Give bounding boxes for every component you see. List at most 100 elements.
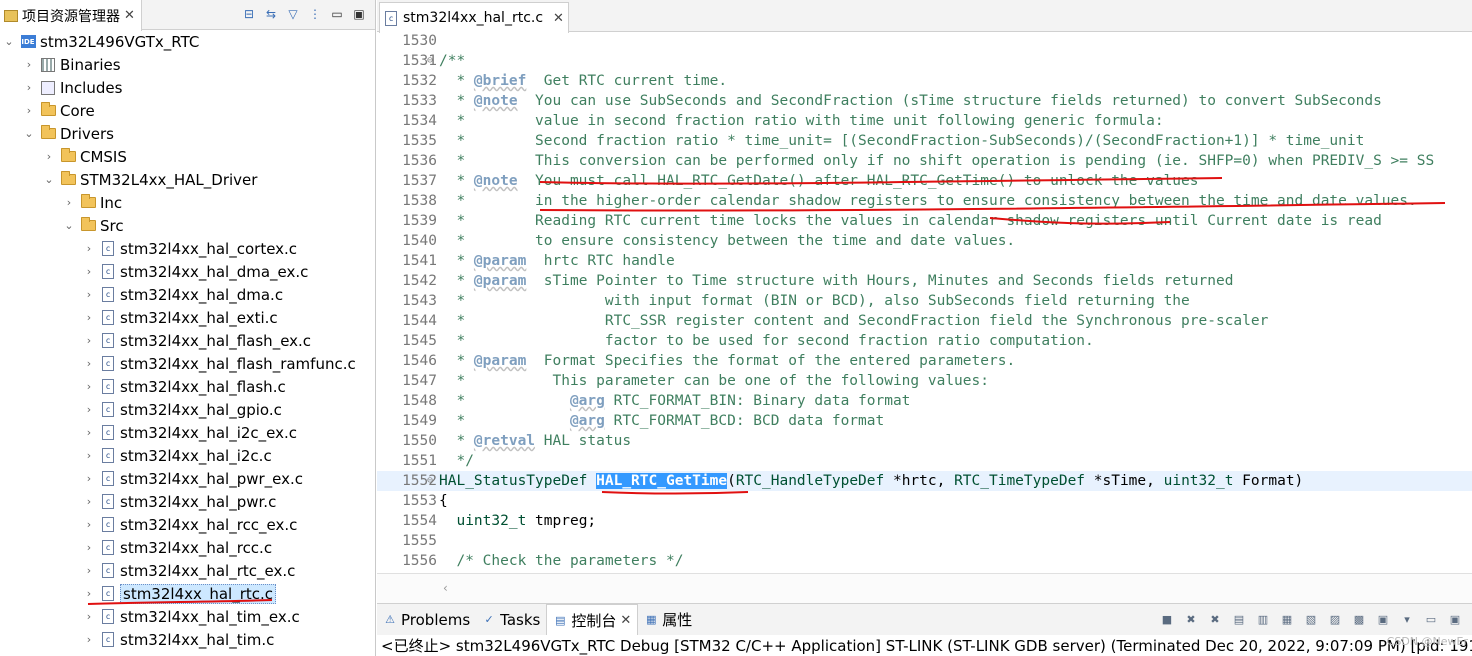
- minimize-icon[interactable]: ▭: [1422, 610, 1440, 628]
- tree-item[interactable]: › c stm32l4xx_hal_flash_ex.c: [0, 329, 375, 352]
- tree-item[interactable]: › Inc: [0, 191, 375, 214]
- console-tab[interactable]: ⚠ Problems: [377, 604, 476, 635]
- tree-item[interactable]: › c stm32l4xx_hal_flash_ramfunc.c: [0, 352, 375, 375]
- view-menu-icon[interactable]: ⋮: [307, 6, 323, 22]
- chevron-right-icon[interactable]: ›: [82, 472, 96, 485]
- remove-all-icon[interactable]: ✖: [1206, 610, 1224, 628]
- collapse-all-icon[interactable]: ⊟: [241, 6, 257, 22]
- tree-item[interactable]: ⌄ STM32L4xx_HAL_Driver: [0, 168, 375, 191]
- chevron-down-icon[interactable]: ⌄: [62, 219, 76, 232]
- chevron-right-icon[interactable]: ›: [22, 81, 36, 94]
- show-stderr-icon[interactable]: ▨: [1326, 610, 1344, 628]
- tree-item[interactable]: › c stm32l4xx_hal_rtc.c: [0, 582, 375, 605]
- tree-item[interactable]: › c stm32l4xx_hal_cortex.c: [0, 237, 375, 260]
- tree-item[interactable]: › c stm32l4xx_hal_rtc_ex.c: [0, 559, 375, 582]
- chevron-right-icon[interactable]: ›: [82, 334, 96, 347]
- terminate-icon[interactable]: ■: [1158, 610, 1176, 628]
- open-console-icon[interactable]: ▾: [1398, 610, 1416, 628]
- tree-item[interactable]: › CMSIS: [0, 145, 375, 168]
- chevron-right-icon[interactable]: ›: [82, 610, 96, 623]
- tree-item[interactable]: › c stm32l4xx_hal_i2c.c: [0, 444, 375, 467]
- remove-launch-icon[interactable]: ✖: [1182, 610, 1200, 628]
- clear-console-icon[interactable]: ▤: [1230, 610, 1248, 628]
- code-line[interactable]: 1530: [377, 32, 1472, 51]
- chevron-right-icon[interactable]: ›: [82, 403, 96, 416]
- console-tab[interactable]: ▤ 控制台 ✕: [546, 604, 639, 635]
- scroll-left-icon[interactable]: ‹: [443, 581, 448, 595]
- chevron-down-icon[interactable]: ⌄: [22, 127, 36, 140]
- tree-item[interactable]: › Binaries: [0, 53, 375, 76]
- code-line[interactable]: 1543 * with input format (BIN or BCD), a…: [377, 291, 1472, 311]
- horizontal-scrollbar[interactable]: ‹: [377, 573, 1472, 603]
- tree-item[interactable]: ⌄ Drivers: [0, 122, 375, 145]
- chevron-right-icon[interactable]: ›: [82, 242, 96, 255]
- tree-item[interactable]: › c stm32l4xx_hal_exti.c: [0, 306, 375, 329]
- code-line[interactable]: 1538 * in the higher-order calendar shad…: [377, 191, 1472, 211]
- tree-item[interactable]: › Core: [0, 99, 375, 122]
- tree-item[interactable]: › c stm32l4xx_hal_tim_ex.c: [0, 605, 375, 628]
- fold-toggle-icon[interactable]: ⊖: [427, 471, 437, 491]
- maximize-icon[interactable]: ▣: [1446, 610, 1464, 628]
- tree-item[interactable]: › c stm32l4xx_hal_tim.c: [0, 628, 375, 651]
- display-console-icon[interactable]: ▣: [1374, 610, 1392, 628]
- code-area[interactable]: 1530 1531 ⊖/** 1532 * @brief Get RTC curren…: [377, 32, 1472, 573]
- code-line[interactable]: 1546 * @param Format Specifies the forma…: [377, 351, 1472, 371]
- tree-item[interactable]: › c stm32l4xx_hal_dma.c: [0, 283, 375, 306]
- code-line[interactable]: 1545 * factor to be used for second frac…: [377, 331, 1472, 351]
- chevron-right-icon[interactable]: ›: [82, 288, 96, 301]
- chevron-right-icon[interactable]: ›: [82, 541, 96, 554]
- code-line[interactable]: 1553{: [377, 491, 1472, 511]
- close-icon[interactable]: ✕: [553, 11, 564, 26]
- tree-item[interactable]: ⌄ Src: [0, 214, 375, 237]
- code-line[interactable]: 1550 * @retval HAL status: [377, 431, 1472, 451]
- explorer-tab[interactable]: 项目资源管理器 ✕: [0, 0, 142, 31]
- chevron-right-icon[interactable]: ›: [22, 58, 36, 71]
- code-line[interactable]: 1537 * @note You must call HAL_RTC_GetDa…: [377, 171, 1472, 191]
- tree-item[interactable]: › c stm32l4xx_hal_rcc_ex.c: [0, 513, 375, 536]
- chevron-right-icon[interactable]: ›: [82, 518, 96, 531]
- code-line[interactable]: 1554 uint32_t tmpreg;: [377, 511, 1472, 531]
- code-line[interactable]: 1534 * value in second fraction ratio wi…: [377, 111, 1472, 131]
- tree-item[interactable]: ⌄ IDE stm32L496VGTx_RTC: [0, 30, 375, 53]
- chevron-down-icon[interactable]: ⌄: [42, 173, 56, 186]
- code-line[interactable]: 1549 * @arg RTC_FORMAT_BCD: BCD data for…: [377, 411, 1472, 431]
- chevron-right-icon[interactable]: ›: [82, 564, 96, 577]
- word-wrap-icon[interactable]: ▦: [1278, 610, 1296, 628]
- code-line[interactable]: 1547 * This parameter can be one of the …: [377, 371, 1472, 391]
- chevron-right-icon[interactable]: ›: [82, 587, 96, 600]
- code-line[interactable]: 1539 * Reading RTC current time locks th…: [377, 211, 1472, 231]
- minimize-icon[interactable]: ▭: [329, 6, 345, 22]
- chevron-right-icon[interactable]: ›: [82, 357, 96, 370]
- code-line[interactable]: 1552 ⊖ HAL_StatusTypeDef HAL_RTC_GetTime(R…: [377, 471, 1472, 491]
- close-icon[interactable]: ✕: [124, 8, 135, 23]
- tree-item[interactable]: › c stm32l4xx_hal_pwr.c: [0, 490, 375, 513]
- editor-tab[interactable]: c stm32l4xx_hal_rtc.c ✕: [379, 2, 569, 33]
- chevron-right-icon[interactable]: ›: [22, 104, 36, 117]
- pin-console-icon[interactable]: ▩: [1350, 610, 1368, 628]
- tree-item[interactable]: › c stm32l4xx_hal_flash.c: [0, 375, 375, 398]
- chevron-right-icon[interactable]: ›: [62, 196, 76, 209]
- chevron-right-icon[interactable]: ›: [42, 150, 56, 163]
- tree-item[interactable]: › c stm32l4xx_hal_gpio.c: [0, 398, 375, 421]
- code-line[interactable]: 1533 * @note You can use SubSeconds and …: [377, 91, 1472, 111]
- code-line[interactable]: 1531 ⊖/**: [377, 51, 1472, 71]
- chevron-right-icon[interactable]: ›: [82, 449, 96, 462]
- console-tab[interactable]: ▦ 属性: [638, 604, 698, 635]
- code-line[interactable]: 1541 * @param hrtc RTC handle: [377, 251, 1472, 271]
- code-line[interactable]: 1532 * @brief Get RTC current time.: [377, 71, 1472, 91]
- code-line[interactable]: 1544 * RTC_SSR register content and Seco…: [377, 311, 1472, 331]
- tree-item[interactable]: › c stm32l4xx_hal_i2c_ex.c: [0, 421, 375, 444]
- chevron-right-icon[interactable]: ›: [82, 426, 96, 439]
- show-stdout-icon[interactable]: ▧: [1302, 610, 1320, 628]
- code-line[interactable]: 1555: [377, 531, 1472, 551]
- tree-item[interactable]: › Includes: [0, 76, 375, 99]
- tree-item[interactable]: › c stm32l4xx_hal_dma_ex.c: [0, 260, 375, 283]
- link-editor-icon[interactable]: ⇆: [263, 6, 279, 22]
- console-tab[interactable]: ✓ Tasks: [476, 604, 546, 635]
- close-icon[interactable]: ✕: [620, 613, 631, 628]
- code-line[interactable]: 1548 * @arg RTC_FORMAT_BIN: Binary data …: [377, 391, 1472, 411]
- maximize-icon[interactable]: ▣: [351, 6, 367, 22]
- code-line[interactable]: 1536 * This conversion can be performed …: [377, 151, 1472, 171]
- code-line[interactable]: 1556 /* Check the parameters */: [377, 551, 1472, 571]
- chevron-right-icon[interactable]: ›: [82, 633, 96, 646]
